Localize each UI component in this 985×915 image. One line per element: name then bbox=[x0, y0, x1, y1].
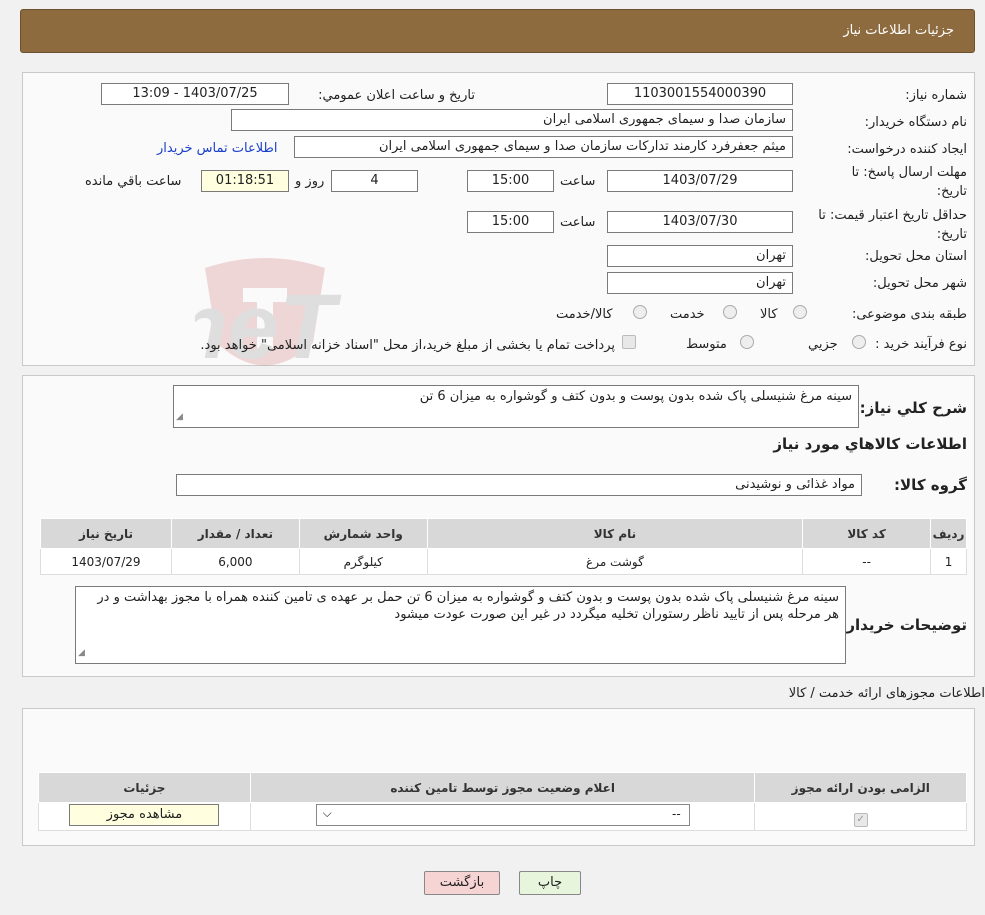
cell-item-name: گوشت مرغ bbox=[426, 548, 804, 575]
view-permit-button[interactable]: مشاهده مجوز bbox=[69, 804, 220, 826]
resize-grip-icon[interactable]: ◢ bbox=[78, 645, 85, 662]
category-service-radio[interactable] bbox=[723, 305, 737, 319]
cell-need-date: 1403/07/29 bbox=[40, 548, 172, 575]
cell-unit: کیلوگرم bbox=[298, 548, 428, 575]
col-unit: واحد شمارش bbox=[298, 518, 428, 549]
validity-label: حداقل تاریخ اعتبار قیمت: تا تاریخ: bbox=[818, 208, 967, 242]
buyer-contact-link[interactable]: اطلاعات تماس خریدار bbox=[157, 141, 277, 156]
category-label: طبقه بندی موضوعی: bbox=[851, 307, 967, 322]
col-row-number: ردیف bbox=[930, 518, 967, 549]
process-label: نوع فرآیند خرید : bbox=[875, 337, 967, 352]
chevron-down-icon: ⌵ bbox=[322, 806, 332, 820]
buyer-org-field: سازمان صدا و سیمای جمهوری اسلامی ایران bbox=[231, 109, 793, 131]
validity-date-field: 1403/07/30 bbox=[607, 211, 793, 233]
process-note: پرداخت تمام یا بخشی از مبلغ خرید،از محل … bbox=[200, 338, 615, 353]
category-goods-service-label: کالا/خدمت bbox=[556, 307, 613, 322]
creator-field: میثم جعفرفرد کارمند تدارکات سازمان صدا و… bbox=[294, 136, 793, 158]
days-remaining-field: 4 bbox=[331, 170, 418, 192]
permits-section-title: اطلاعات مجوزهای ارائه خدمت / کالا bbox=[788, 686, 985, 701]
need-number-field: 1103001554000390 bbox=[607, 83, 793, 105]
category-goods-label: کالا bbox=[760, 307, 778, 322]
need-number-label: شماره نیاز: bbox=[905, 88, 967, 103]
description-label: شرح کلي نیاز: bbox=[859, 399, 967, 417]
col-permit-required: الزامی بودن ارائه مجوز bbox=[754, 772, 967, 803]
remaining-label: ساعت باقي مانده bbox=[85, 174, 182, 189]
cell-permit-status: -- ⌵ bbox=[249, 802, 756, 831]
goods-group-label: گروه کالا: bbox=[894, 476, 967, 494]
page-title: جزئیات اطلاعات نیاز bbox=[843, 23, 954, 38]
col-quantity: تعداد / مقدار bbox=[170, 518, 300, 549]
validity-time-field: 15:00 bbox=[467, 211, 554, 233]
permits-table-header: الزامی بودن ارائه مجوز اعلام وضعیت مجوز … bbox=[38, 772, 967, 803]
buyer-notes-textarea[interactable]: سینه مرغ شنیسلی پاک شده بدون پوست و بدون… bbox=[75, 586, 846, 664]
col-permit-details: جزئیات bbox=[38, 772, 251, 803]
creator-label: ایجاد کننده درخواست: bbox=[847, 142, 967, 157]
category-service-label: خدمت bbox=[670, 307, 705, 322]
announce-datetime-field: 1403/07/25 - 13:09 bbox=[101, 83, 289, 105]
col-item-code: کد کالا bbox=[802, 518, 932, 549]
category-goods-radio[interactable] bbox=[793, 305, 807, 319]
goods-group-field: مواد غذائی و نوشیدنی bbox=[176, 474, 862, 496]
cell-quantity: 6,000 bbox=[170, 548, 300, 575]
cell-row-number: 1 bbox=[930, 548, 967, 575]
deadline-date-field: 1403/07/29 bbox=[607, 170, 793, 192]
table-row: ✓ -- ⌵ مشاهده مجوز bbox=[38, 802, 967, 831]
goods-section-title: اطلاعات کالاهاي مورد نیاز bbox=[773, 435, 967, 453]
table-row: 1 -- گوشت مرغ کیلوگرم 6,000 1403/07/29 bbox=[40, 548, 967, 575]
process-medium-radio[interactable] bbox=[740, 335, 754, 349]
treasury-checkbox[interactable] bbox=[622, 335, 636, 349]
buyer-notes-label: توضیحات خریدار: bbox=[840, 616, 967, 634]
permit-required-checkbox: ✓ bbox=[853, 812, 868, 827]
process-medium-label: متوسط bbox=[686, 337, 727, 352]
cell-permit-details: مشاهده مجوز bbox=[38, 802, 251, 831]
goods-table: ردیف کد کالا نام کالا واحد شمارش تعداد /… bbox=[40, 518, 967, 575]
description-text: سینه مرغ شنیسلی پاک شده بدون پوست و بدون… bbox=[419, 389, 852, 404]
goods-table-header: ردیف کد کالا نام کالا واحد شمارش تعداد /… bbox=[40, 518, 967, 549]
city-label: شهر محل تحویل: bbox=[872, 276, 967, 291]
permit-status-select[interactable]: -- ⌵ bbox=[315, 804, 690, 826]
print-button[interactable]: چاپ bbox=[519, 871, 581, 895]
resize-grip-icon[interactable]: ◢ bbox=[176, 409, 183, 426]
announce-label: تاریخ و ساعت اعلان عمومي: bbox=[318, 88, 475, 103]
remaining-time-field: 01:18:51 bbox=[201, 170, 289, 192]
days-label: روز و bbox=[295, 174, 325, 189]
description-textarea[interactable]: سینه مرغ شنیسلی پاک شده بدون پوست و بدون… bbox=[173, 385, 859, 428]
permits-table: الزامی بودن ارائه مجوز اعلام وضعیت مجوز … bbox=[38, 772, 967, 831]
cell-permit-required: ✓ bbox=[754, 802, 967, 831]
cell-item-code: -- bbox=[802, 548, 932, 575]
permit-status-value: -- bbox=[671, 807, 681, 821]
deadline-time-label: ساعت bbox=[560, 174, 596, 189]
process-minor-radio[interactable] bbox=[852, 335, 866, 349]
deadline-label: مهلت ارسال پاسخ: تا تاریخ: bbox=[851, 165, 967, 199]
col-item-name: نام کالا bbox=[426, 518, 804, 549]
province-field: تهران bbox=[607, 245, 793, 267]
col-need-date: تاریخ نیاز bbox=[40, 518, 172, 549]
buyer-org-label: نام دستگاه خریدار: bbox=[864, 115, 967, 130]
col-permit-status: اعلام وضعیت مجوز توسط تامین کننده bbox=[249, 772, 756, 803]
province-label: استان محل تحویل: bbox=[865, 249, 967, 264]
city-field: تهران bbox=[607, 272, 793, 294]
category-goods-service-radio[interactable] bbox=[633, 305, 647, 319]
buyer-notes-text: سینه مرغ شنیسلی پاک شده بدون پوست و بدون… bbox=[97, 590, 839, 622]
validity-time-label: ساعت bbox=[560, 215, 596, 230]
back-button[interactable]: بازگشت bbox=[424, 871, 500, 895]
process-minor-label: جزیي bbox=[808, 337, 838, 352]
deadline-time-field: 15:00 bbox=[467, 170, 554, 192]
page-header: جزئیات اطلاعات نیاز bbox=[20, 9, 975, 53]
